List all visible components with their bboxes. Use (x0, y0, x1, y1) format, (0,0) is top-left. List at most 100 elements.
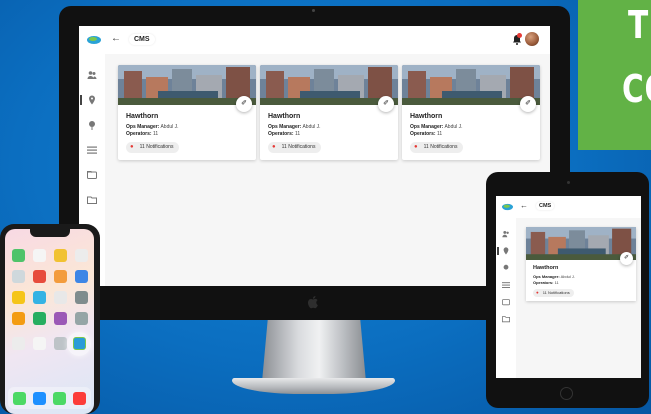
desktop-screen: ← CMS ✐ Hawthorn Ops Manager: Abdul J. O… (79, 26, 550, 286)
app-icon[interactable] (54, 249, 67, 262)
page-title: CMS (129, 34, 155, 45)
app-icon[interactable] (12, 337, 25, 350)
edit-button[interactable]: ✐ (378, 96, 394, 112)
notifications-count: 11 Notifications (281, 144, 316, 150)
ops-manager-label: Ops Manager: (268, 124, 302, 130)
avatar[interactable] (525, 32, 539, 46)
ops-manager-label: Ops Manager: (410, 124, 444, 130)
folder-icon[interactable] (87, 170, 97, 180)
ops-manager-value: Abdul J. (302, 124, 321, 130)
folder-open-icon[interactable] (87, 195, 97, 205)
ops-manager-value: Abdul J. (160, 124, 179, 130)
brand-logo-icon[interactable] (87, 35, 101, 45)
notifications-count: 11 Notifications (542, 290, 570, 295)
pin-icon[interactable] (502, 264, 510, 272)
notifications-chip[interactable]: ● 11 Notifications (126, 142, 180, 153)
ops-manager-line: Ops Manager: Abdul J. (410, 124, 463, 130)
app-icon[interactable] (12, 270, 25, 283)
promo-line-1: TI (628, 3, 651, 47)
app-icon[interactable] (33, 337, 46, 350)
operators-line: Operators: 11 (126, 131, 158, 137)
notifications-chip[interactable]: ● 11 Notifications (533, 289, 574, 297)
users-icon[interactable] (87, 70, 97, 80)
tablet-camera (567, 181, 570, 184)
bell-icon: ● (272, 144, 276, 150)
app-icon[interactable] (75, 249, 88, 262)
promo-line-2: CO (622, 67, 651, 111)
pin-icon[interactable] (87, 120, 97, 130)
edit-button[interactable]: ✐ (520, 96, 536, 112)
notifications-count: 11 Notifications (139, 144, 174, 150)
app-icon[interactable] (33, 291, 46, 304)
imac-stand (262, 314, 366, 382)
folder-open-icon[interactable] (502, 315, 510, 323)
site-card[interactable]: ✐ Hawthorn Ops Manager: Abdul J. Operato… (526, 227, 636, 301)
app-icon[interactable] (12, 291, 25, 304)
edit-button[interactable]: ✐ (236, 96, 252, 112)
list-icon[interactable] (87, 145, 97, 155)
page-title: CMS (536, 202, 555, 210)
operators-label: Operators: (410, 131, 436, 137)
site-image (260, 65, 398, 105)
safari-icon[interactable] (33, 392, 46, 405)
app-icon[interactable] (75, 270, 88, 283)
operators-label: Operators: (268, 131, 294, 137)
app-icon[interactable] (54, 291, 67, 304)
operators-line: Operators: 11 (410, 131, 442, 137)
sidebar (496, 218, 516, 378)
app-icon[interactable] (75, 291, 88, 304)
site-card[interactable]: ✐ Hawthorn Ops Manager: Abdul J. Operato… (118, 65, 256, 160)
operators-value: 11 (152, 131, 159, 137)
edit-button[interactable]: ✐ (620, 252, 633, 265)
phone-app-icon[interactable] (13, 392, 26, 405)
bell-icon: ● (536, 290, 539, 295)
apple-logo-icon (307, 295, 321, 309)
list-icon[interactable] (502, 281, 510, 289)
site-card[interactable]: ✐ Hawthorn Ops Manager: Abdul J. Operato… (402, 65, 540, 160)
music-icon[interactable] (73, 392, 86, 405)
operators-label: Operators: (533, 280, 554, 285)
messages-icon[interactable] (53, 392, 66, 405)
card-title: Hawthorn (533, 265, 559, 271)
ops-manager-label: Ops Manager: (126, 124, 160, 130)
site-card[interactable]: ✐ Hawthorn Ops Manager: Abdul J. Operato… (260, 65, 398, 160)
folder-icon[interactable] (502, 298, 510, 306)
card-title: Hawthorn (268, 113, 301, 120)
notifications-chip[interactable]: ● 11 Notifications (410, 142, 464, 153)
app-icon[interactable] (75, 312, 88, 325)
ops-manager-value: Abdul J. (560, 274, 576, 279)
cms-app-icon[interactable] (73, 337, 86, 350)
operators-value: 11 (554, 280, 559, 285)
app-icon[interactable] (33, 249, 46, 262)
app-icon[interactable] (12, 312, 25, 325)
ops-manager-label: Ops Manager: (533, 274, 560, 279)
ops-manager-line: Ops Manager: Abdul J. (268, 124, 321, 130)
app-icon[interactable] (54, 270, 67, 283)
app-icon[interactable] (12, 249, 25, 262)
imac-camera (312, 9, 315, 12)
app-icon[interactable] (33, 312, 46, 325)
ops-manager-value: Abdul J. (444, 124, 463, 130)
location-icon[interactable] (502, 247, 510, 255)
sidebar-active-indicator (80, 95, 82, 105)
brand-logo-icon[interactable] (502, 203, 513, 211)
site-image (402, 65, 540, 105)
operators-line: Operators: 11 (533, 280, 559, 285)
site-image (118, 65, 256, 105)
app-icon[interactable] (33, 270, 46, 283)
sidebar-active-indicator (497, 247, 499, 255)
location-icon[interactable] (87, 95, 97, 105)
arrow-left-icon[interactable]: ← (111, 33, 121, 44)
app-header: ← CMS (496, 196, 641, 218)
app-icon[interactable] (54, 337, 67, 350)
app-icon[interactable] (54, 312, 67, 325)
notifications-chip[interactable]: ● 11 Notifications (268, 142, 322, 153)
arrow-left-icon[interactable]: ← (520, 201, 528, 210)
notification-dot (517, 33, 522, 38)
users-icon[interactable] (502, 230, 510, 238)
notifications-count: 11 Notifications (423, 144, 458, 150)
ops-manager-line: Ops Manager: Abdul J. (533, 274, 575, 279)
card-title: Hawthorn (126, 113, 159, 120)
tablet-home-button (560, 387, 573, 400)
phone-home-screen (5, 229, 94, 414)
